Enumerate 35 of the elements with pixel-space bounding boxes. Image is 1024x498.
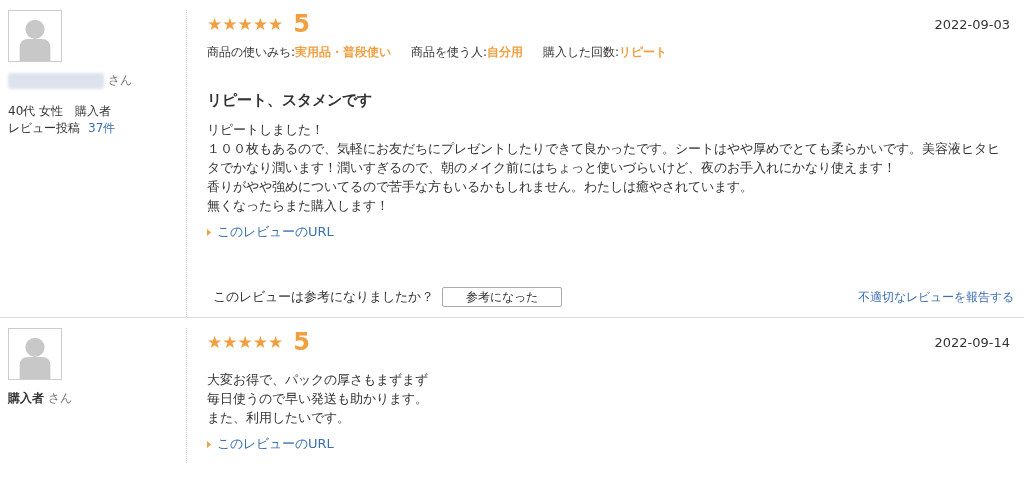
name-suffix: さん <box>48 390 72 407</box>
star-icon: ★ <box>252 332 268 352</box>
star-icon: ★ <box>268 14 284 34</box>
review-date: 2022-09-03 <box>934 16 1010 32</box>
triangle-icon <box>207 440 211 448</box>
post-count-link[interactable]: 37件 <box>88 121 116 135</box>
attribute-label: 購入した回数:リピート <box>543 44 668 61</box>
report-link[interactable]: 不適切なレビューを報告する <box>858 288 1014 306</box>
star-icon: ★ <box>237 14 253 34</box>
review-text: リピートしました！ １００枚もあるので、気軽にお友だちにプレゼントしたりできて良かったです。シートはやや厚めでとても柔らかいです。美容液ヒタヒタでかなり潤います！潤いすぎるので、朝のメイク前にはちょっと使いづらいけど、夜のお手入れにかなり使えます！ 香りがやや強めについてるので苦手な方もいるかもしれません。わたしは癒やされています。 無くなったらまた購入します！ <box>207 121 1001 215</box>
reviewer-name: 購入者 <box>8 390 44 407</box>
star-icon: ★ <box>207 332 223 352</box>
review-title: リピート、スタメンです <box>207 91 373 110</box>
rating-score: 5 <box>293 10 310 38</box>
star-icon: ★ <box>237 332 253 352</box>
attribute-label: 商品の使いみち:実用品・普段使い <box>207 44 392 61</box>
star-icon: ★ <box>268 332 284 352</box>
review-url-link[interactable]: このレビューのURL <box>207 435 334 453</box>
triangle-icon <box>207 228 211 236</box>
star-icon: ★ <box>252 14 268 34</box>
star-icon: ★ <box>222 14 238 34</box>
helpful-question: このレビューは参考になりましたか？ <box>213 288 434 306</box>
avatar-icon <box>8 10 62 62</box>
post-label: レビュー投稿 <box>8 121 80 135</box>
review-date: 2022-09-14 <box>934 334 1010 350</box>
avatar-icon <box>8 328 62 380</box>
helpful-button[interactable]: 参考になった <box>442 287 562 307</box>
name-suffix: さん <box>108 72 132 89</box>
star-icon: ★ <box>207 14 223 34</box>
review-text: 大変お得で、パックの厚さもまずまず 毎日使うので早い発送も助かります。 また、利用したいです。 <box>207 371 429 427</box>
rating-score: 5 <box>293 328 310 356</box>
star-icon: ★ <box>222 332 238 352</box>
attribute-label: 商品を使う人:自分用 <box>411 44 524 61</box>
reviewer-profile: 40代 女性 購入者 <box>8 103 113 120</box>
review-url-link[interactable]: このレビューのURL <box>207 223 334 241</box>
